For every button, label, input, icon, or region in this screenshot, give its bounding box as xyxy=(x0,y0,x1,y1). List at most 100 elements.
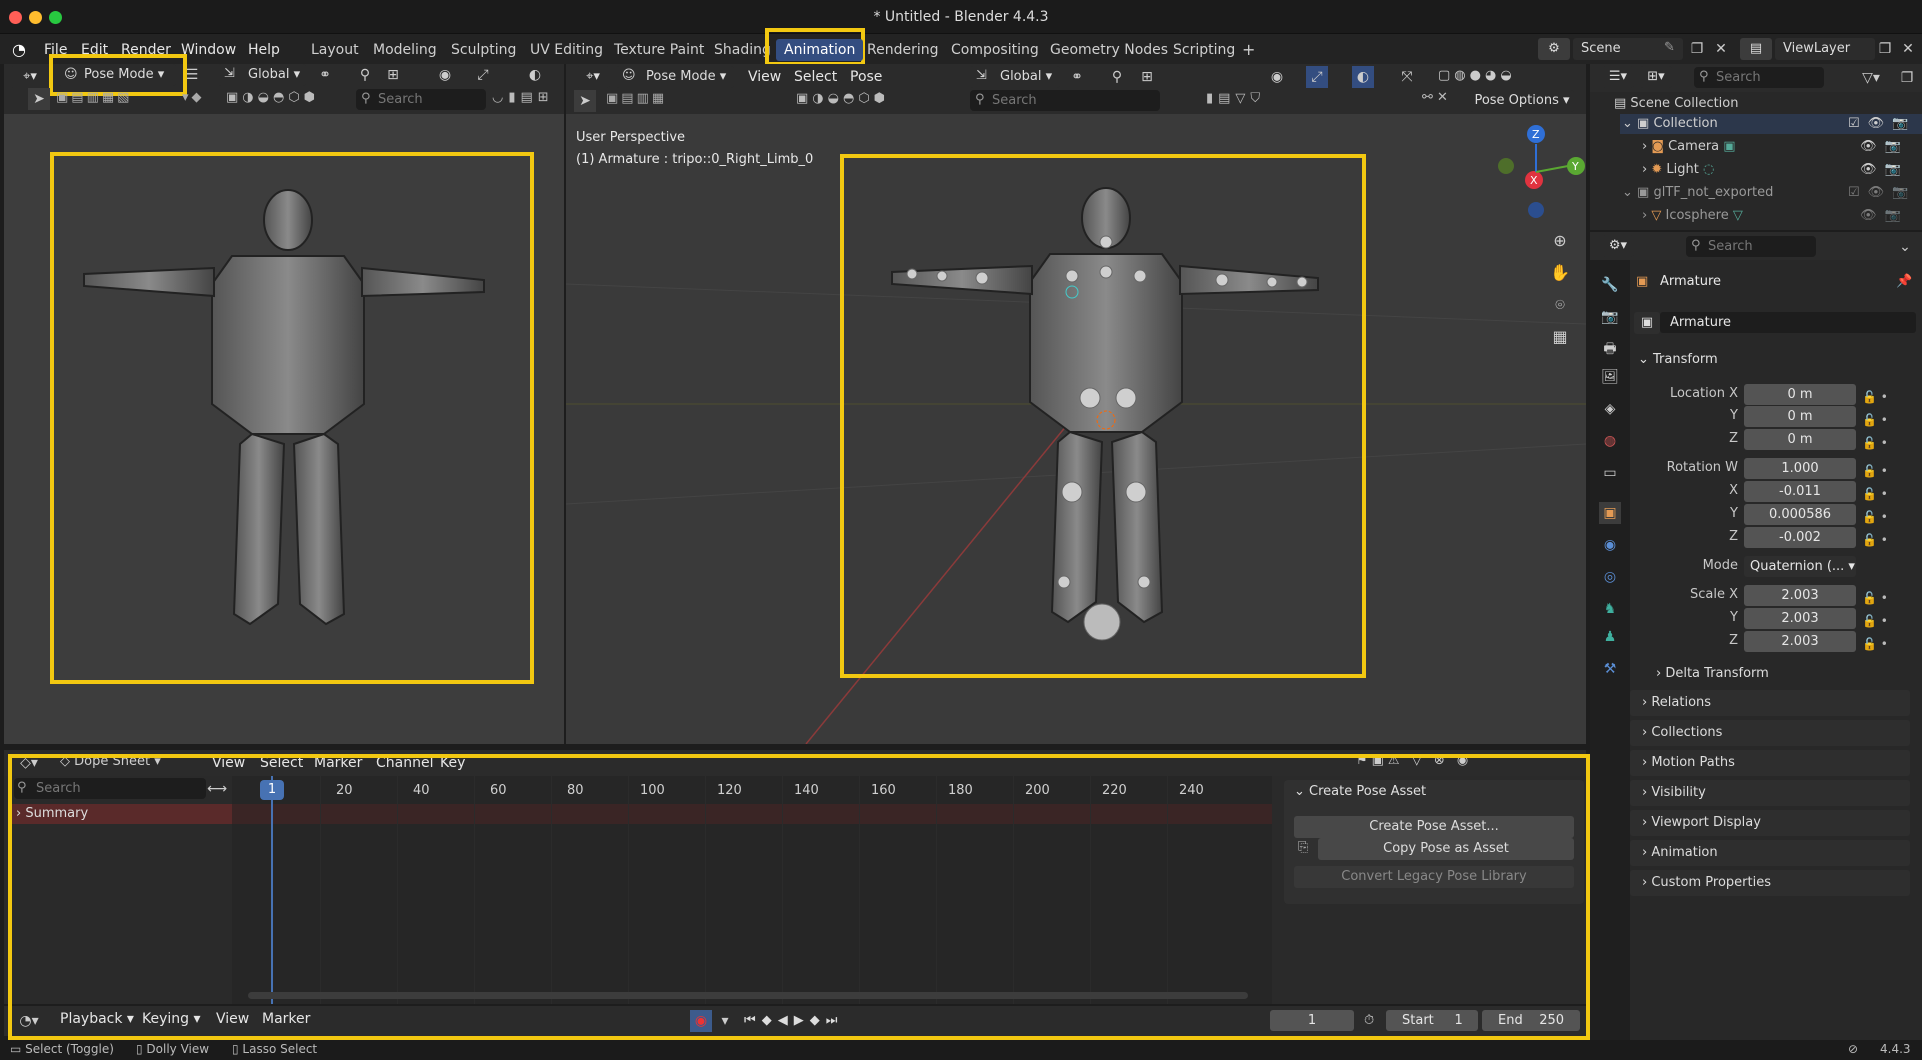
overlay-icon[interactable]: ◐ xyxy=(524,64,546,86)
output-tab-icon[interactable]: 🖶 xyxy=(1599,338,1621,360)
visibility-icon[interactable]: ◉ xyxy=(434,64,456,86)
location-z-field[interactable]: 0 m xyxy=(1744,429,1856,450)
main-gizmo-icon[interactable]: ⤢ xyxy=(1306,66,1328,88)
transform-panel-header[interactable]: ⌄ Transform xyxy=(1638,352,1718,367)
scene-selector-icon[interactable]: ⚙ xyxy=(1538,38,1570,60)
main-viewport[interactable]: User Perspective (1) Armature : tripo::0… xyxy=(566,114,1586,744)
xray-icon[interactable]: ⤧ xyxy=(1396,66,1418,88)
main-selection-mode-icons[interactable]: ▣▤▥▦ xyxy=(606,91,667,106)
outliner-light[interactable]: › ✹ Light ◌ xyxy=(1642,162,1714,177)
object-data-selector-icon[interactable]: ▣ xyxy=(1634,312,1660,334)
select-tool-icon[interactable]: ➤ xyxy=(28,88,50,110)
navigation-gizmo[interactable]: Z Y X xyxy=(1476,122,1586,222)
viewport-shading-icons[interactable]: ▢◍●◕◒ xyxy=(1438,68,1516,83)
new-view-layer-icon[interactable]: ❐ xyxy=(1874,38,1896,60)
tab-rendering[interactable]: Rendering xyxy=(867,39,939,61)
main-snap-target-icon[interactable]: ⊞ xyxy=(1136,66,1158,88)
outliner-collection[interactable]: ⌄ ▣ Collection xyxy=(1622,116,1718,131)
light-visibility-toggles[interactable]: 👁📷 xyxy=(1860,162,1909,177)
scale-z-field[interactable]: 2.003 xyxy=(1744,631,1856,652)
left-header-extra-icons[interactable]: ◡▮▤⊞ xyxy=(492,90,554,105)
delta-transform-subpanel[interactable]: › Delta Transform xyxy=(1656,666,1769,681)
scale-lock-icons[interactable]: 🔓 • 🔓 • 🔓 • xyxy=(1862,587,1888,656)
main-snap-icon[interactable]: ⚲ xyxy=(1106,66,1128,88)
view-layer-icon[interactable]: ▤ xyxy=(1740,38,1772,60)
properties-search[interactable]: Search xyxy=(1686,236,1816,257)
delete-scene-icon[interactable]: ✕ xyxy=(1710,38,1732,60)
outliner-filter-icon[interactable]: ▽▾ xyxy=(1860,67,1882,89)
main-menu-view[interactable]: View xyxy=(748,66,781,88)
collections-panel[interactable]: › Collections xyxy=(1630,720,1910,746)
menu-help[interactable]: Help xyxy=(248,39,280,61)
tab-scripting[interactable]: Scripting xyxy=(1173,39,1235,61)
shading-icons[interactable]: ▾◆ xyxy=(182,90,205,105)
animation-panel[interactable]: › Animation xyxy=(1630,840,1910,866)
camera-view-icon[interactable]: ⌾ xyxy=(1549,294,1571,316)
rotation-z-field[interactable]: -0.002 xyxy=(1744,527,1856,548)
object-name-field[interactable]: Armature xyxy=(1660,312,1916,333)
main-visibility-icon[interactable]: ◉ xyxy=(1266,66,1288,88)
pin-icon[interactable]: 📌 xyxy=(1896,274,1912,289)
filter-icons[interactable]: ▣◑◒◓⬡⬢ xyxy=(226,90,319,105)
physics-tab-icon[interactable]: ◎ xyxy=(1599,566,1621,588)
gizmo-icon[interactable]: ⤢ xyxy=(472,64,494,86)
rotation-w-field[interactable]: 1.000 xyxy=(1744,458,1856,479)
scale-y-field[interactable]: 2.003 xyxy=(1744,608,1856,629)
new-collection-icon[interactable]: ❐ xyxy=(1896,67,1918,89)
collection-tab-icon[interactable]: ▭ xyxy=(1599,462,1621,484)
outliner-camera[interactable]: › ◙ Camera ▣ xyxy=(1642,139,1736,154)
main-viewport-search[interactable]: Search xyxy=(970,90,1160,111)
tab-shading[interactable]: Shading xyxy=(714,39,771,61)
pin-scene-icon[interactable]: ✎ xyxy=(1664,40,1675,55)
outliner-gltf-collection[interactable]: ⌄ ▣ glTF_not_exported xyxy=(1622,185,1773,200)
blender-logo-icon[interactable]: ◔ xyxy=(12,40,34,60)
tool-tab-icon[interactable]: 🔧 xyxy=(1599,274,1621,296)
scene-tab-icon[interactable]: ◈ xyxy=(1599,398,1621,420)
rotation-mode-dropdown[interactable]: Quaternion (... ▾ xyxy=(1744,556,1856,577)
viewport-display-panel[interactable]: › Viewport Display xyxy=(1630,810,1910,836)
gltf-visibility-toggles[interactable]: ☑👁📷 xyxy=(1848,185,1916,200)
outliner-scene-collection[interactable]: ▤ Scene Collection xyxy=(1614,96,1739,111)
snap-target-icon[interactable]: ⊞ xyxy=(382,64,404,86)
editor-type-icon[interactable]: ⌖▾ xyxy=(10,66,50,88)
rotation-lock-icons[interactable]: 🔓 • 🔓 • 🔓 • 🔓 • xyxy=(1862,460,1888,552)
outliner-search[interactable]: Search xyxy=(1694,67,1824,88)
icosphere-visibility-toggles[interactable]: 👁📷 xyxy=(1860,208,1909,223)
transform-lock-icons[interactable]: 🔓 • 🔓 • 🔓 • xyxy=(1862,386,1888,455)
bone-icon[interactable]: ⚯ ✕ xyxy=(1422,90,1448,105)
camera-visibility-toggles[interactable]: 👁📷 xyxy=(1860,139,1909,154)
custom-properties-panel[interactable]: › Custom Properties xyxy=(1630,870,1910,896)
main-header-extra-icons[interactable]: ▮▤▽⛉ xyxy=(1206,91,1265,106)
location-x-field[interactable]: 0 m xyxy=(1744,384,1856,405)
left-viewport[interactable] xyxy=(4,114,564,744)
main-filter-icons[interactable]: ▣◑◒◓⬡⬢ xyxy=(796,91,889,106)
new-scene-icon[interactable]: ❐ xyxy=(1686,38,1708,60)
main-editor-type-icon[interactable]: ⌖▾ xyxy=(576,66,610,88)
armature-data-tab-icon[interactable]: ♟ xyxy=(1599,626,1621,648)
main-menu-pose[interactable]: Pose xyxy=(850,66,882,88)
constraint-tab-icon[interactable]: ♞ xyxy=(1599,598,1621,620)
delete-view-layer-icon[interactable]: ✕ xyxy=(1897,38,1919,60)
snap-icon[interactable]: ⚲ xyxy=(354,64,376,86)
tab-texture-paint[interactable]: Texture Paint xyxy=(614,39,704,61)
location-y-field[interactable]: 0 m xyxy=(1744,406,1856,427)
selection-mode-icons[interactable]: ▣▤▥▦▧ xyxy=(56,90,132,105)
outliner-icosphere[interactable]: › ▽ Icosphere ▽ xyxy=(1642,208,1743,223)
add-workspace-icon[interactable]: + xyxy=(1242,39,1255,61)
motion-paths-panel[interactable]: › Motion Paths xyxy=(1630,750,1910,776)
modifier-tab-icon[interactable]: ◉ xyxy=(1599,534,1621,556)
tab-modeling[interactable]: Modeling xyxy=(373,39,437,61)
collection-visibility-toggles[interactable]: ☑👁📷 xyxy=(1848,116,1916,131)
tab-sculpting[interactable]: Sculpting xyxy=(451,39,516,61)
main-select-tool-icon[interactable]: ➤ xyxy=(574,90,596,112)
rotation-x-field[interactable]: -0.011 xyxy=(1744,481,1856,502)
tab-compositing[interactable]: Compositing xyxy=(951,39,1039,61)
display-mode-icon[interactable]: ⊞▾ xyxy=(1640,66,1672,88)
ortho-grid-icon[interactable]: ▦ xyxy=(1549,326,1571,348)
tab-animation[interactable]: Animation xyxy=(776,39,864,61)
hamburger-icon[interactable]: ☰ xyxy=(181,64,203,86)
pivot-icon[interactable]: ⚭ xyxy=(314,64,336,86)
render-tab-icon[interactable]: 📷 xyxy=(1599,306,1621,328)
properties-type-icon[interactable]: ⚙▾ xyxy=(1602,235,1634,257)
main-menu-select[interactable]: Select xyxy=(794,66,837,88)
